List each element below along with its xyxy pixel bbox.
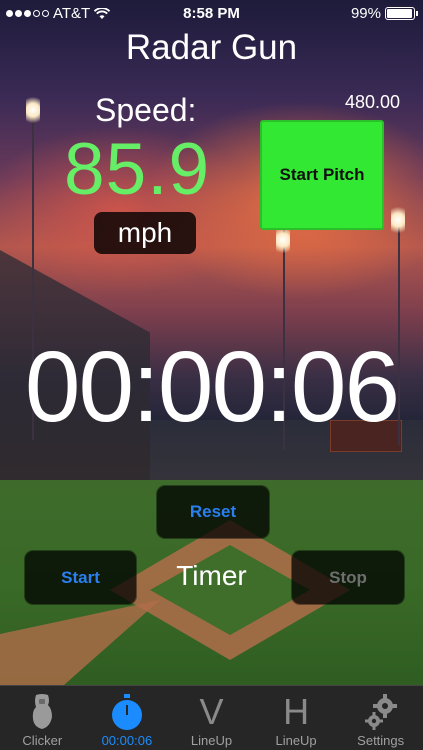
h-letter-icon: H	[283, 691, 310, 732]
tab-label: LineUp	[190, 733, 233, 748]
status-bar: AT&T 8:58 PM 99%	[0, 0, 423, 28]
reset-button[interactable]: Reset	[157, 486, 269, 538]
tab-lineup-visitors[interactable]: V LineUp	[169, 686, 254, 750]
stopwatch-icon	[110, 691, 144, 733]
battery-percent: 99%	[350, 5, 381, 22]
speed-unit-button[interactable]: mph	[94, 212, 196, 254]
tab-clicker[interactable]: Clicker	[0, 686, 85, 750]
tab-timer[interactable]: 00:00:06	[85, 686, 170, 750]
tab-lineup-home[interactable]: H LineUp	[254, 686, 339, 750]
tab-label: Clicker	[22, 733, 63, 748]
stop-button[interactable]: Stop	[292, 551, 404, 604]
app-title: Radar Gun	[125, 28, 298, 67]
stadium-light	[391, 205, 405, 235]
tab-settings[interactable]: Settings	[338, 686, 423, 750]
tab-label: Settings	[357, 733, 405, 748]
start-pitch-button[interactable]: Start Pitch	[260, 120, 384, 230]
tab-bar: Clicker 00:00:06 V LineUp H LineUp Setti…	[0, 685, 423, 750]
battery-icon	[385, 7, 418, 20]
clicker-icon	[28, 691, 56, 733]
tab-label: 00:00:06	[101, 733, 153, 748]
secondary-value: 480.00	[344, 92, 400, 112]
speed-label: Speed:	[95, 92, 197, 128]
speed-value: 85.9	[64, 129, 211, 210]
tab-label: LineUp	[275, 733, 317, 748]
v-letter-icon: V	[199, 691, 224, 732]
battery-group: 99%	[350, 5, 418, 22]
timer-display: 00:00:06	[24, 331, 400, 443]
gears-icon	[363, 691, 399, 733]
stadium-light	[26, 95, 40, 125]
radar-gun-screen: AT&T 8:58 PM 99% Radar Gun Speed: 85.9 m…	[0, 0, 423, 750]
